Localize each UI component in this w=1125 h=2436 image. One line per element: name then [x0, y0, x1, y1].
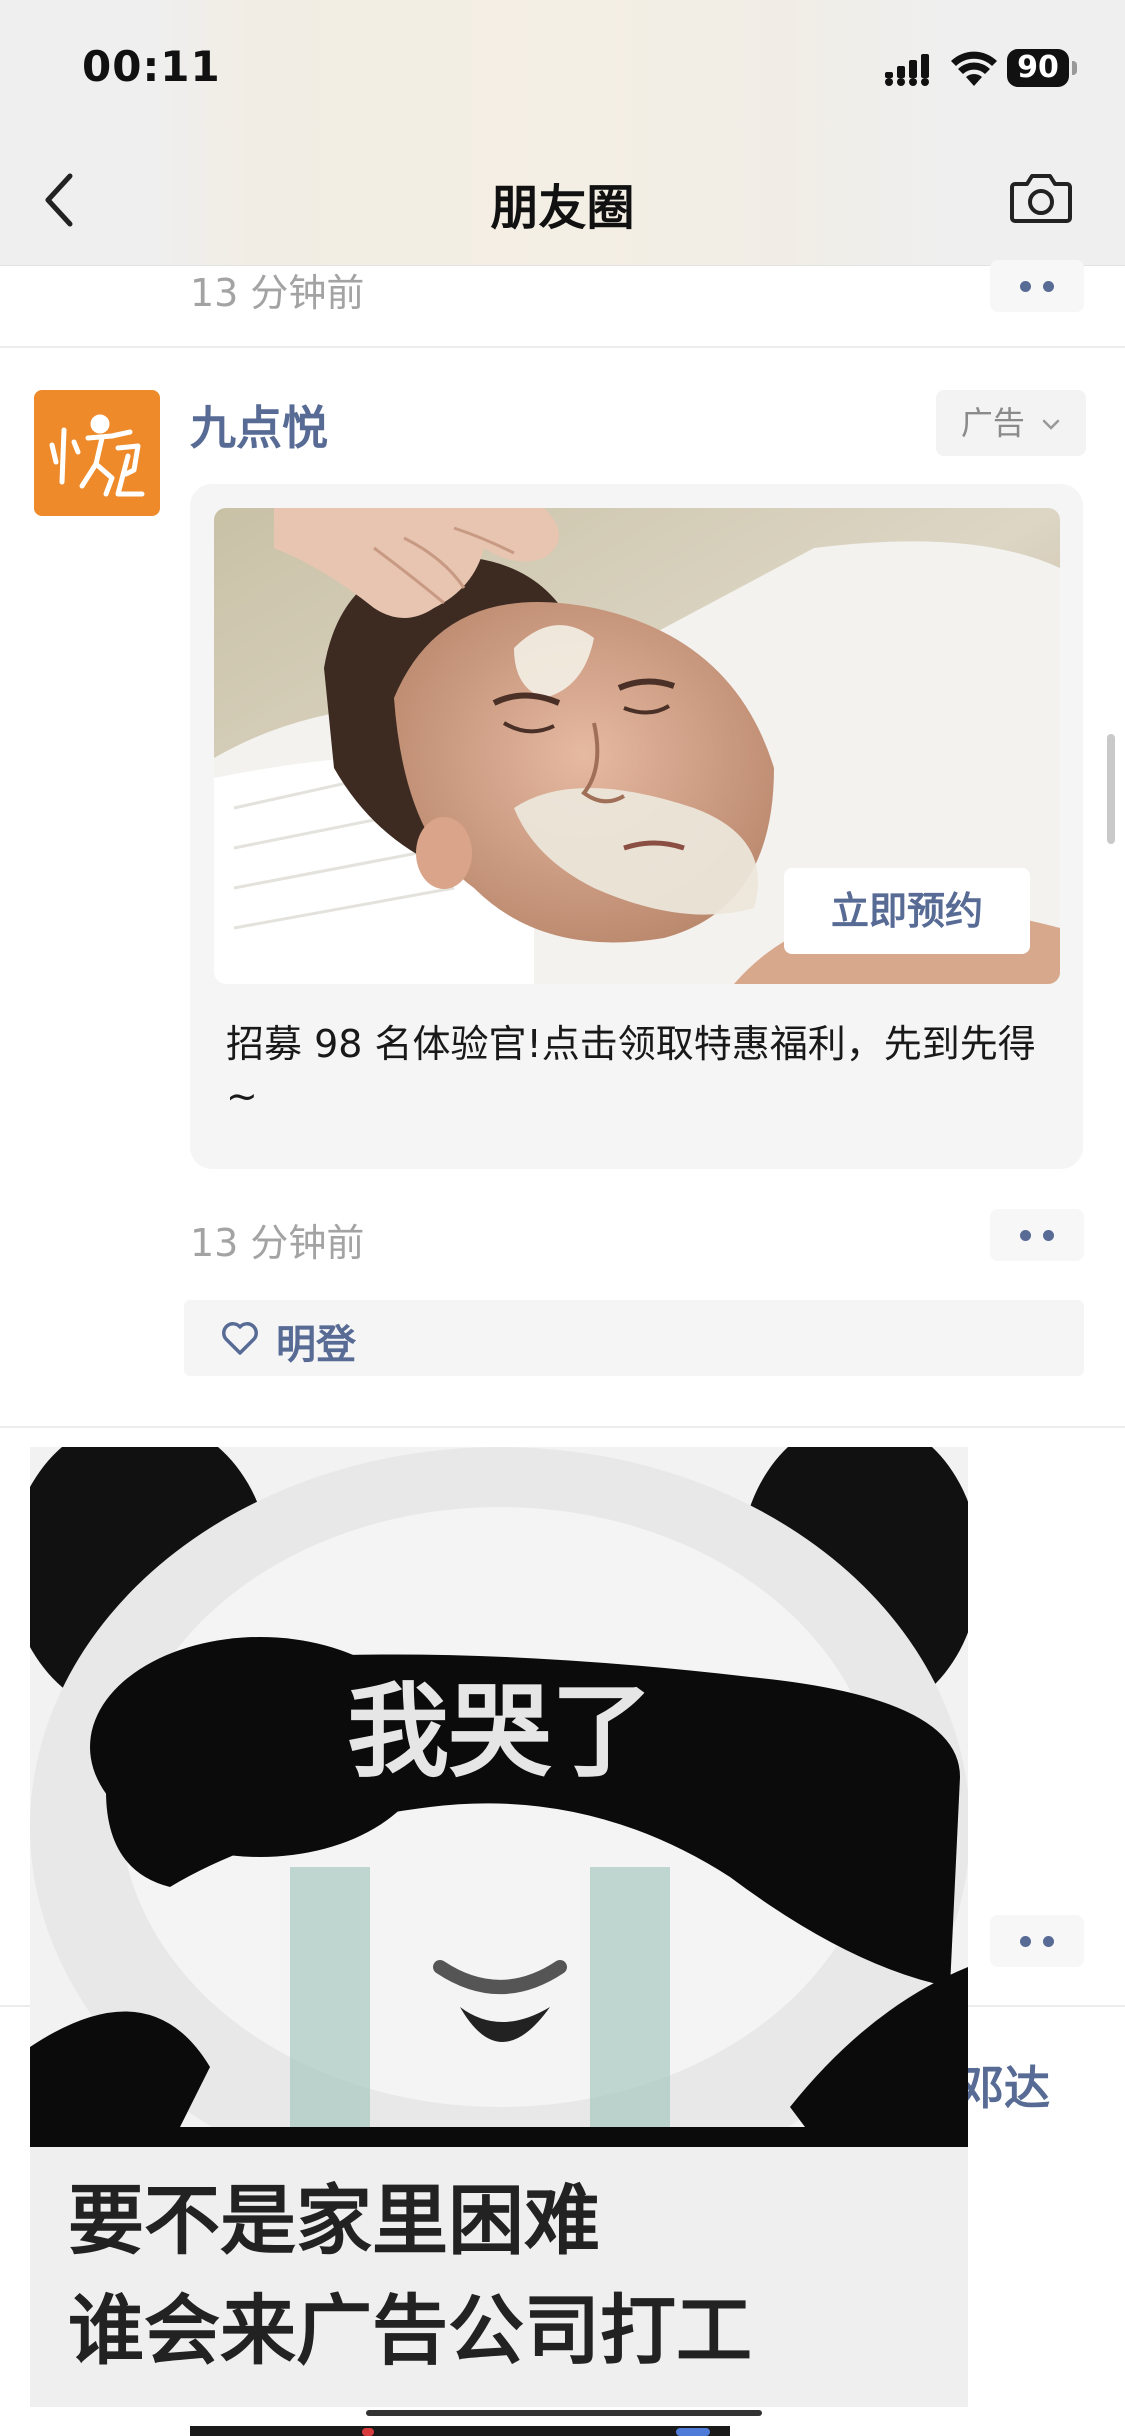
meme-caption-line2: 谁会来广告公司打工 [68, 2286, 752, 2375]
avatar[interactable] [34, 390, 160, 516]
dot-icon [1020, 1230, 1031, 1241]
post-author[interactable]: 九点悦 [190, 392, 328, 458]
battery-level: 90 [1007, 49, 1069, 87]
dot-icon [1020, 281, 1031, 292]
next-image-accent [362, 2428, 374, 2436]
home-indicator [366, 2410, 762, 2416]
camera-icon[interactable] [1009, 172, 1073, 224]
more-actions-button[interactable] [990, 1209, 1084, 1261]
next-image-edge [190, 2426, 730, 2436]
more-actions-button[interactable] [990, 1915, 1084, 1967]
wifi-icon [951, 51, 997, 86]
dot-icon [1043, 281, 1054, 292]
dot-icon [1043, 1230, 1054, 1241]
scrollbar[interactable] [1107, 734, 1115, 844]
battery-tip [1072, 61, 1077, 75]
status-time: 00:11 [82, 42, 221, 91]
post-divider [0, 346, 1125, 348]
post-divider [0, 1426, 1125, 1428]
brand-logo-icon [49, 414, 145, 497]
ad-label-text: 广告 [960, 404, 1025, 442]
meme-caption-top: 我哭了 [347, 1673, 653, 1792]
more-actions-button[interactable] [990, 260, 1084, 312]
book-now-button[interactable]: 立即预约 [784, 868, 1030, 954]
ad-text[interactable]: 招募 98 名体验官!点击领取特惠福利，先到先得~ [226, 1018, 1036, 1122]
chevron-down-icon [1042, 419, 1060, 430]
dot-icon [1020, 1936, 1031, 1947]
meme-caption-line1: 要不是家里困难 [68, 2176, 600, 2265]
post-timestamp: 13 分钟前 [190, 271, 365, 315]
meme-sticker: 我哭了 要不是家里困难 谁会来广告公司打工 [30, 1447, 968, 2407]
post-timestamp: 13 分钟前 [190, 1221, 365, 1265]
heart-icon [222, 1322, 258, 1355]
likes-bar: 明登 [184, 1300, 1084, 1376]
liker-name[interactable]: 明登 [276, 1312, 356, 1370]
next-image-accent [676, 2428, 710, 2436]
page-title: 朋友圈 [490, 180, 635, 236]
ad-label-button[interactable]: 广告 [936, 390, 1086, 456]
dot-icon [1043, 1936, 1054, 1947]
cellular-signal-icon [885, 54, 929, 86]
post-author[interactable]: 邓达 [958, 2052, 1050, 2118]
